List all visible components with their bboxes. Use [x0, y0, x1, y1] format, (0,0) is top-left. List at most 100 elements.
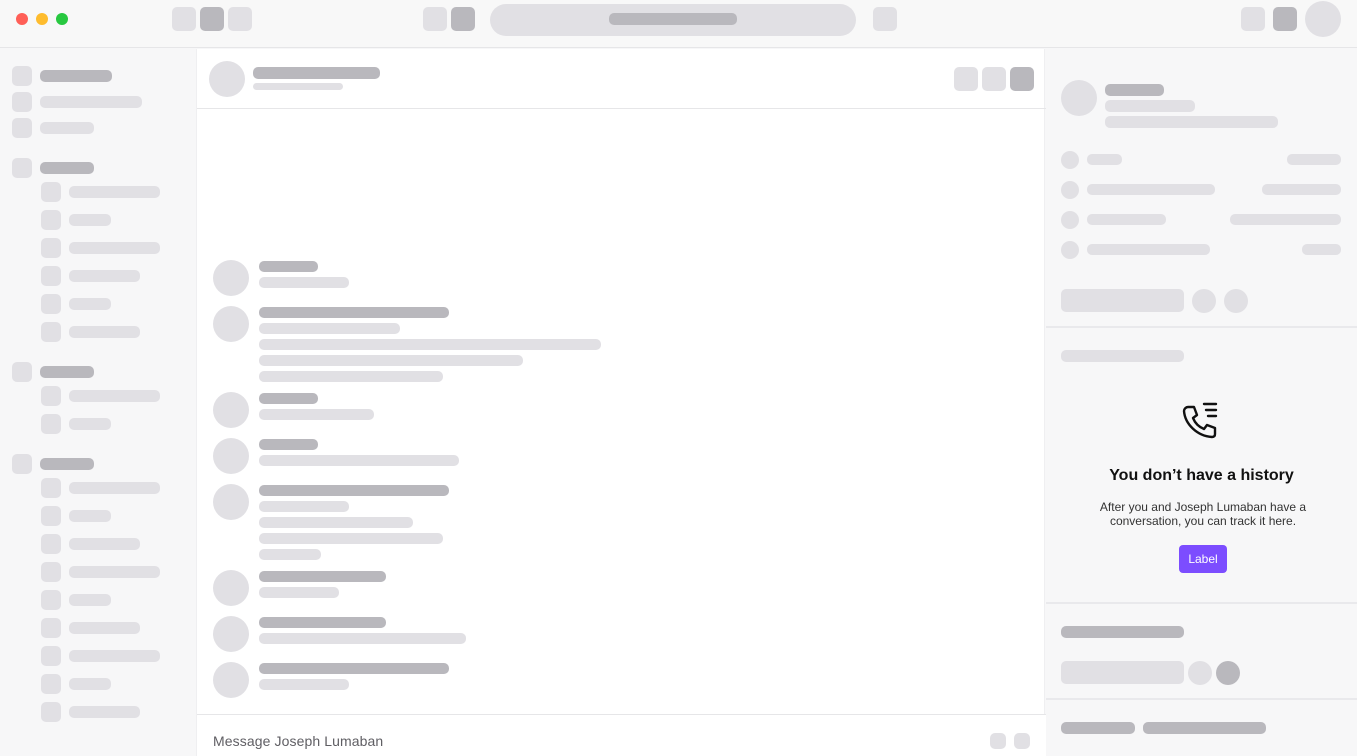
channel-icon[interactable] — [41, 294, 61, 314]
dm-name[interactable] — [69, 650, 160, 662]
header-action-button[interactable] — [982, 67, 1006, 91]
search-bar[interactable] — [490, 4, 856, 36]
dm-avatar[interactable] — [41, 646, 61, 666]
label-button[interactable]: Label — [1179, 545, 1227, 573]
message-avatar[interactable] — [213, 306, 249, 342]
panel-divider — [1046, 326, 1357, 328]
sidebar-item-icon[interactable] — [12, 118, 32, 138]
dm-name[interactable] — [69, 706, 140, 718]
section-header[interactable] — [40, 366, 94, 378]
message-author[interactable] — [259, 485, 449, 496]
dm-avatar[interactable] — [41, 618, 61, 638]
dm-avatar[interactable] — [41, 478, 61, 498]
section-icon-button[interactable] — [1216, 661, 1240, 685]
profile-icon-button[interactable] — [1224, 289, 1248, 313]
dm-avatar[interactable] — [41, 702, 61, 722]
sidebar-item-label[interactable] — [40, 70, 112, 82]
composer-attach-button[interactable] — [990, 733, 1006, 749]
help-button[interactable] — [873, 7, 897, 31]
channel-name[interactable] — [69, 214, 111, 226]
forward-button[interactable] — [451, 7, 475, 31]
header-action-button[interactable] — [1010, 67, 1034, 91]
dm-name[interactable] — [69, 622, 140, 634]
profile-action-button[interactable] — [1061, 289, 1184, 312]
channel-name[interactable] — [69, 242, 160, 254]
back-button[interactable] — [423, 7, 447, 31]
close-window-button[interactable] — [16, 13, 28, 25]
message-avatar[interactable] — [213, 570, 249, 606]
dm-name[interactable] — [69, 538, 140, 550]
toolbar-button[interactable] — [228, 7, 252, 31]
message-input[interactable]: Message Joseph Lumaban — [213, 733, 383, 749]
section-icon-button[interactable] — [1188, 661, 1212, 685]
message-author[interactable] — [259, 307, 449, 318]
message-avatar[interactable] — [213, 438, 249, 474]
message-author[interactable] — [259, 571, 386, 582]
dm-avatar[interactable] — [41, 506, 61, 526]
channel-icon[interactable] — [41, 322, 61, 342]
search-placeholder-skeleton — [609, 13, 737, 25]
message-author[interactable] — [259, 261, 318, 272]
dm-avatar[interactable] — [41, 590, 61, 610]
dm-avatar[interactable] — [41, 534, 61, 554]
message-avatar[interactable] — [213, 616, 249, 652]
detail-label — [1087, 214, 1166, 225]
toolbar-button[interactable] — [172, 7, 196, 31]
dm-name[interactable] — [69, 482, 160, 494]
toolbar-button[interactable] — [1241, 7, 1265, 31]
channel-name[interactable] — [69, 186, 160, 198]
profile-icon-button[interactable] — [1192, 289, 1216, 313]
message-avatar[interactable] — [213, 662, 249, 698]
section-toggle[interactable] — [12, 454, 32, 474]
section-header[interactable] — [40, 458, 94, 470]
dm-name[interactable] — [69, 566, 160, 578]
message-author[interactable] — [259, 393, 318, 404]
channel-name[interactable] — [69, 270, 140, 282]
channel-name[interactable] — [69, 418, 111, 430]
channel-icon[interactable] — [41, 386, 61, 406]
chat-view: Message Joseph Lumaban — [196, 49, 1046, 756]
section-toggle[interactable] — [12, 158, 32, 178]
maximize-window-button[interactable] — [56, 13, 68, 25]
contact-avatar[interactable] — [1061, 80, 1097, 116]
dm-name[interactable] — [69, 678, 111, 690]
message-avatar[interactable] — [213, 260, 249, 296]
channel-icon[interactable] — [41, 238, 61, 258]
message-avatar[interactable] — [213, 484, 249, 520]
channel-name[interactable] — [69, 298, 111, 310]
contact-email — [1105, 116, 1278, 128]
dm-avatar[interactable] — [41, 674, 61, 694]
channel-name[interactable] — [69, 326, 140, 338]
detail-label — [1087, 154, 1122, 165]
channel-title[interactable] — [253, 67, 380, 79]
channel-name[interactable] — [69, 390, 160, 402]
channel-icon[interactable] — [41, 210, 61, 230]
dm-avatar[interactable] — [41, 562, 61, 582]
message-author[interactable] — [259, 663, 449, 674]
channel-icon[interactable] — [41, 414, 61, 434]
sidebar-item-icon[interactable] — [12, 92, 32, 112]
sidebar-item-icon[interactable] — [12, 66, 32, 86]
message-author[interactable] — [259, 617, 386, 628]
section-header[interactable] — [40, 162, 94, 174]
minimize-window-button[interactable] — [36, 13, 48, 25]
message-author[interactable] — [259, 439, 318, 450]
user-avatar[interactable] — [1305, 1, 1341, 37]
dm-name[interactable] — [69, 594, 111, 606]
dm-name[interactable] — [69, 510, 111, 522]
sidebar-item-label[interactable] — [40, 96, 142, 108]
toolbar-button[interactable] — [200, 7, 224, 31]
message-avatar[interactable] — [213, 392, 249, 428]
channel-icon[interactable] — [41, 182, 61, 202]
channel-icon[interactable] — [41, 266, 61, 286]
section-toggle[interactable] — [12, 362, 32, 382]
message-composer[interactable]: Message Joseph Lumaban — [197, 714, 1046, 756]
toolbar-button[interactable] — [1273, 7, 1297, 31]
sidebar-item-label[interactable] — [40, 122, 94, 134]
channel-avatar[interactable] — [209, 61, 245, 97]
header-action-button[interactable] — [954, 67, 978, 91]
message-line — [259, 409, 374, 420]
section-action-button[interactable] — [1061, 661, 1184, 684]
panel-divider — [1046, 602, 1357, 604]
composer-send-button[interactable] — [1014, 733, 1030, 749]
